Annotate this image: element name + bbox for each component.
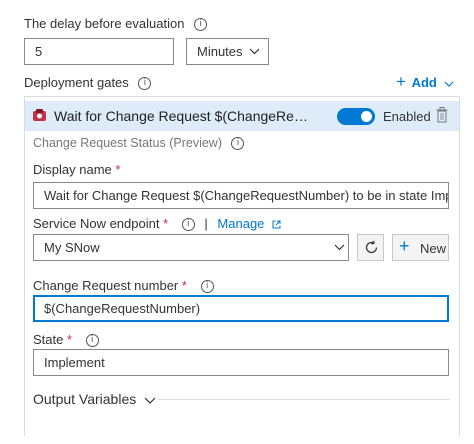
delay-unit-value: Minutes [197, 44, 243, 59]
gates-section: Deployment gates i [24, 75, 152, 91]
chevron-down-icon [249, 48, 260, 55]
info-icon[interactable]: i [194, 18, 208, 32]
external-link-icon[interactable] [272, 220, 281, 229]
output-variables-label: Output Variables [33, 391, 137, 407]
required-marker: * [163, 216, 169, 231]
endpoint-value: My SNow [44, 240, 100, 255]
manage-link[interactable]: Manage [217, 216, 264, 231]
state-input[interactable]: Implement [33, 349, 449, 376]
new-label: New [420, 241, 447, 256]
delay-label: The delay before evaluation [24, 16, 185, 31]
endpoint-label-row: Service Now endpoint * i | Manage [33, 216, 281, 232]
cr-number-label: Change Request number [33, 278, 179, 293]
info-icon[interactable]: i [181, 218, 195, 232]
gate-title: Wait for Change Request $(ChangeRe… [54, 108, 308, 124]
divider [158, 399, 450, 400]
enabled-toggle[interactable] [337, 108, 375, 125]
plus-icon: + [396, 72, 406, 91]
plus-icon: + [399, 236, 410, 256]
output-variables-toggle[interactable]: Output Variables [33, 391, 156, 407]
trash-icon[interactable] [436, 107, 448, 123]
state-label: State [33, 332, 64, 347]
endpoint-label: Service Now endpoint [33, 216, 160, 231]
info-icon[interactable]: i [138, 77, 152, 91]
new-endpoint-button[interactable]: + New [392, 234, 449, 261]
enabled-label: Enabled [383, 109, 431, 124]
refresh-icon [365, 240, 378, 254]
delay-unit-select[interactable]: Minutes [186, 38, 269, 65]
info-icon[interactable]: i [231, 137, 245, 151]
add-label: Add [411, 75, 437, 90]
add-gate-button[interactable]: + Add [396, 72, 454, 91]
chevron-down-icon [445, 81, 454, 87]
info-icon[interactable]: i [200, 280, 214, 294]
delay-input[interactable]: 5 [24, 38, 174, 65]
display-name-label-row: Display name * [33, 162, 120, 177]
refresh-button[interactable] [357, 234, 384, 261]
required-marker: * [181, 278, 187, 293]
display-name-label: Display name [33, 162, 112, 177]
required-marker: * [115, 162, 121, 177]
gates-label: Deployment gates [24, 75, 129, 90]
chevron-down-icon [144, 397, 156, 404]
chevron-down-icon [334, 244, 345, 251]
state-label-row: State * i [33, 332, 99, 348]
display-name-input[interactable]: Wait for Change Request $(ChangeRequestN… [33, 182, 449, 209]
endpoint-select[interactable]: My SNow [33, 234, 349, 261]
info-icon[interactable]: i [85, 334, 99, 348]
separator: | [204, 216, 208, 231]
required-marker: * [66, 332, 73, 347]
servicenow-icon [33, 109, 46, 121]
gate-subtitle-row: Change Request Status (Preview) i [33, 136, 245, 151]
cr-number-input[interactable]: $(ChangeRequestNumber) [33, 295, 449, 322]
cr-number-label-row: Change Request number * i [33, 278, 214, 294]
delay-section: The delay before evaluation i [24, 16, 208, 32]
toggle-knob [361, 111, 372, 122]
gate-subtitle: Change Request Status (Preview) [33, 136, 222, 150]
